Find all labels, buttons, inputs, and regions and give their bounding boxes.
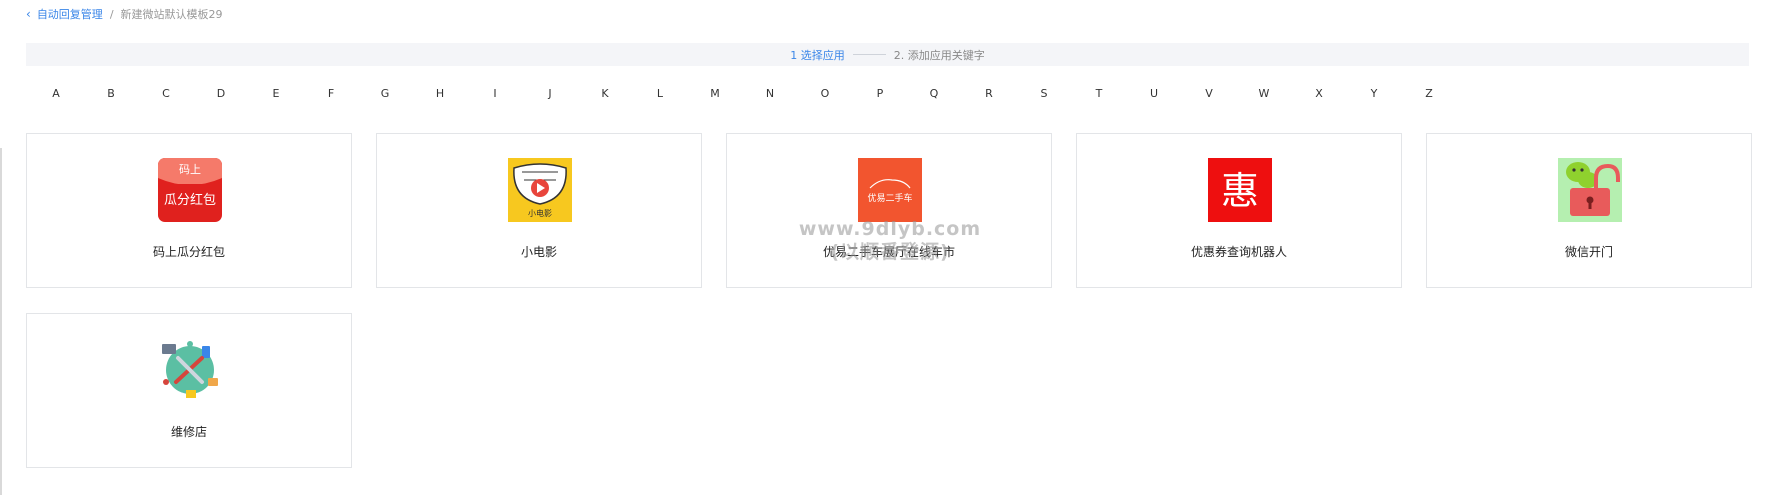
app-card[interactable]: 码上 瓜分红包 码上瓜分红包	[26, 133, 352, 288]
alphabet-letter-l[interactable]: L	[630, 87, 690, 100]
alphabet-letter-t[interactable]: T	[1069, 87, 1129, 100]
left-scroll-edge	[0, 148, 2, 495]
repair-shop-icon	[158, 338, 222, 402]
alphabet-letter-n[interactable]: N	[740, 87, 800, 100]
used-car-icon: 优易二手车	[858, 158, 922, 222]
alphabet-letter-b[interactable]: B	[81, 87, 141, 100]
app-name: 优惠券查询机器人	[1190, 245, 1287, 259]
alphabet-letter-r[interactable]: R	[959, 87, 1019, 100]
app-name: 码上瓜分红包	[152, 245, 225, 259]
alphabet-letter-x[interactable]: X	[1289, 87, 1349, 100]
alphabet-letter-j[interactable]: J	[520, 87, 580, 100]
icon-text-main: 瓜分红包	[164, 192, 216, 208]
alphabet-letter-d[interactable]: D	[191, 87, 251, 100]
movie-icon: 小电影	[508, 158, 572, 222]
app-name: 小电影	[520, 245, 557, 259]
alphabet-letter-s[interactable]: S	[1014, 87, 1074, 100]
alphabet-letter-q[interactable]: Q	[904, 87, 964, 100]
red-envelope-icon: 码上 瓜分红包	[158, 158, 222, 222]
alphabet-letter-p[interactable]: P	[850, 87, 910, 100]
alphabet-letter-f[interactable]: F	[301, 87, 361, 100]
alphabet-letter-h[interactable]: H	[410, 87, 470, 100]
app-card[interactable]: 惠 优惠券查询机器人	[1076, 133, 1402, 288]
step-add-keyword: 2. 添加应用关键字	[893, 48, 985, 62]
breadcrumb-link-auto-reply[interactable]: 自动回复管理	[37, 6, 103, 22]
icon-text: 优易二手车	[867, 192, 912, 204]
back-chevron-icon[interactable]: ‹	[26, 7, 31, 21]
alphabet-letter-k[interactable]: K	[575, 87, 635, 100]
alphabet-letter-a[interactable]: A	[26, 87, 86, 100]
alphabet-letter-e[interactable]: E	[246, 87, 306, 100]
app-card[interactable]: 微信开门	[1426, 133, 1752, 288]
wechat-unlock-icon	[1558, 158, 1622, 222]
coupon-icon: 惠	[1208, 158, 1272, 222]
step-select-app: 1 选择应用	[790, 48, 845, 62]
icon-text-top: 码上	[179, 163, 201, 176]
alphabet-letter-i[interactable]: I	[465, 87, 525, 100]
alphabet-letter-m[interactable]: M	[685, 87, 745, 100]
alphabet-letter-g[interactable]: G	[355, 87, 415, 100]
icon-text: 惠	[1221, 169, 1259, 213]
alphabet-letter-y[interactable]: Y	[1344, 87, 1404, 100]
alphabet-letter-w[interactable]: W	[1234, 87, 1294, 100]
alphabet-letter-c[interactable]: C	[136, 87, 196, 100]
app-card[interactable]: 维修店	[26, 313, 352, 468]
breadcrumb: ‹ 自动回复管理 / 新建微站默认模板29	[26, 6, 223, 22]
app-name: 维修店	[170, 425, 207, 439]
alphabet-letter-v[interactable]: V	[1179, 87, 1239, 100]
app-name: 微信开门	[1564, 245, 1613, 259]
app-card[interactable]: 优易二手车 优易二手车展厅在线车市	[726, 133, 1052, 288]
app-name: 优易二手车展厅在线车市	[822, 245, 955, 259]
app-card[interactable]: 小电影 小电影	[376, 133, 702, 288]
step-connector	[852, 54, 886, 55]
alphabet-letter-z[interactable]: Z	[1399, 87, 1459, 100]
alphabet-letter-o[interactable]: O	[795, 87, 855, 100]
step-indicator: 1 选择应用 2. 添加应用关键字	[26, 43, 1749, 66]
icon-text: 小电影	[528, 208, 552, 218]
breadcrumb-separator: /	[109, 7, 114, 21]
breadcrumb-current: 新建微站默认模板29	[120, 8, 223, 21]
alphabet-letter-u[interactable]: U	[1124, 87, 1184, 100]
